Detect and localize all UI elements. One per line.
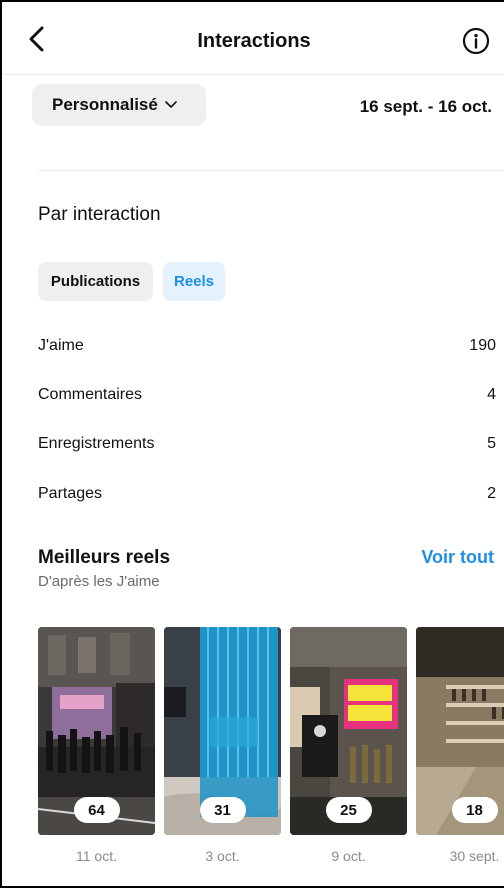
page-title: Interactions	[197, 30, 311, 52]
header: Interactions	[2, 2, 504, 74]
metric-row-saves: Enregistrements 5	[38, 432, 496, 456]
reel-thumbnail[interactable]: 25	[290, 627, 407, 835]
reel-date: 9 oct.	[331, 848, 366, 864]
reel-like-count: 18	[451, 797, 498, 823]
metric-value: 4	[487, 386, 496, 403]
reel-date: 30 sept.	[449, 848, 500, 864]
metric-label: Partages	[38, 485, 103, 502]
best-reels-subtitle: D'après les J'aime	[38, 573, 160, 590]
best-reels-title: Meilleurs reels	[38, 547, 171, 568]
metric-label: J'aime	[38, 337, 84, 354]
reel-thumbnail[interactable]: 18	[416, 627, 504, 835]
metric-row-likes: J'aime 190	[38, 334, 496, 358]
reel-like-count: 31	[199, 797, 246, 823]
reel-date: 11 oct.	[76, 848, 117, 864]
reel-date: 3 oct.	[205, 848, 240, 864]
metric-value: 2	[487, 485, 496, 502]
reel-like-count: 64	[73, 797, 120, 823]
metric-row-comments: Commentaires 4	[38, 383, 496, 407]
metric-label: Enregistrements	[38, 435, 155, 452]
divider	[38, 170, 504, 171]
tab-publications[interactable]: Publications	[38, 262, 153, 301]
reel-thumbnail[interactable]: 31	[164, 627, 281, 835]
info-icon[interactable]	[462, 27, 490, 55]
metric-label: Commentaires	[38, 386, 143, 403]
metric-value: 190	[469, 337, 496, 354]
metric-value: 5	[487, 435, 496, 452]
chevron-down-icon	[165, 101, 177, 108]
period-label: Personnalisé	[52, 95, 158, 114]
screen: Interactions Personnalisé 16 sept. - 16 …	[0, 0, 504, 888]
section-title-par-interaction: Par interaction	[38, 204, 161, 225]
reel-thumbnail[interactable]: 64	[38, 627, 155, 835]
date-range: 16 sept. - 16 oct.	[359, 97, 492, 116]
tab-reels[interactable]: Reels	[163, 262, 225, 301]
reel-like-count: 25	[325, 797, 372, 823]
see-all-link[interactable]: Voir tout	[421, 547, 494, 568]
divider	[2, 74, 504, 75]
metric-row-shares: Partages 2	[38, 482, 496, 506]
period-dropdown[interactable]: Personnalisé	[32, 84, 206, 126]
